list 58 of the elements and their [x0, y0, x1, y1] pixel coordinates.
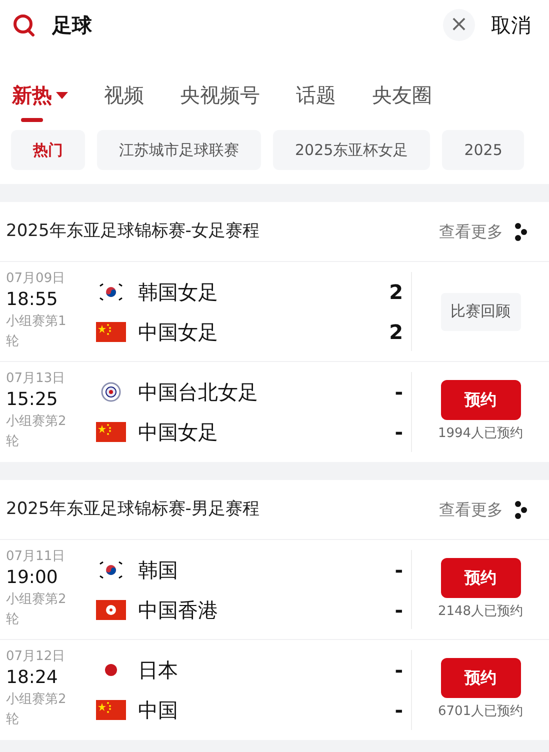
match-round: 小组赛第2轮: [6, 591, 68, 629]
team-score: -: [394, 419, 403, 446]
match-time: 18:24: [6, 666, 59, 690]
reserve-button[interactable]: 预约: [440, 380, 520, 420]
replay-button[interactable]: 比赛回顾: [440, 292, 520, 330]
tab[interactable]: 新热: [12, 80, 68, 110]
team-score: -: [394, 657, 403, 684]
tab-underline: [21, 118, 43, 122]
tab[interactable]: 央视频号: [180, 80, 260, 110]
team-score: -: [394, 596, 403, 624]
chevron-icon: [515, 222, 527, 240]
team-name: 中国台北女足: [138, 379, 259, 406]
cancel-button[interactable]: 取消: [491, 10, 531, 40]
match-round: 小组赛第2轮: [6, 413, 68, 451]
reserve-button[interactable]: 预约: [440, 658, 520, 698]
flag-icon: [96, 422, 126, 442]
match-date: 07月13日: [6, 370, 66, 388]
tab[interactable]: 视频: [104, 80, 144, 110]
match-time: 19:00: [6, 566, 59, 590]
team-score: -: [394, 379, 403, 406]
filter-chip[interactable]: 2025: [442, 130, 524, 170]
match-time: 15:25: [6, 388, 59, 412]
search-icon: [12, 13, 36, 37]
filter-chip[interactable]: 2025东亚杯女足: [273, 130, 430, 170]
team-name: 韩国: [138, 556, 179, 584]
reservation-count: 6701人已预约: [438, 703, 524, 722]
match-date: 07月11日: [6, 548, 66, 566]
match-date: 07月09日: [6, 270, 66, 288]
flag-icon: [96, 600, 126, 620]
team-score: 2: [389, 318, 403, 346]
see-more-link[interactable]: 查看更多: [439, 220, 527, 244]
filter-chip[interactable]: 江苏城市足球联赛: [97, 130, 261, 170]
team-score: -: [394, 697, 403, 724]
section-title: 2025年东亚足球锦标赛-男足赛程: [6, 498, 260, 521]
tab[interactable]: 话题: [296, 80, 336, 110]
filter-chip[interactable]: 热门: [11, 130, 85, 170]
reservation-count: 2148人已预约: [438, 602, 524, 621]
team-name: 中国: [138, 697, 179, 724]
match-round: 小组赛第2轮: [6, 691, 68, 729]
team-score: 2: [389, 278, 403, 306]
clear-button[interactable]: ×: [443, 9, 475, 41]
match-date: 07月12日: [6, 648, 66, 666]
reservation-count: 1994人已预约: [438, 425, 524, 444]
chevron-icon: [515, 500, 527, 518]
team-name: 中国女足: [138, 318, 219, 346]
match-round: 小组赛第1轮: [6, 313, 68, 351]
team-name: 中国香港: [138, 596, 219, 624]
team-score: -: [394, 556, 403, 584]
tab[interactable]: 央友圈: [372, 80, 432, 110]
flag-icon: [96, 700, 126, 720]
flag-icon: [96, 322, 126, 342]
see-more-link[interactable]: 查看更多: [439, 498, 527, 522]
match-time: 18:55: [6, 288, 59, 312]
team-name: 韩国女足: [138, 278, 219, 306]
reserve-button[interactable]: 预约: [440, 558, 520, 598]
section-title: 2025年东亚足球锦标赛-女足赛程: [6, 220, 260, 243]
team-name: 中国女足: [138, 419, 219, 446]
team-name: 日本: [138, 657, 179, 684]
